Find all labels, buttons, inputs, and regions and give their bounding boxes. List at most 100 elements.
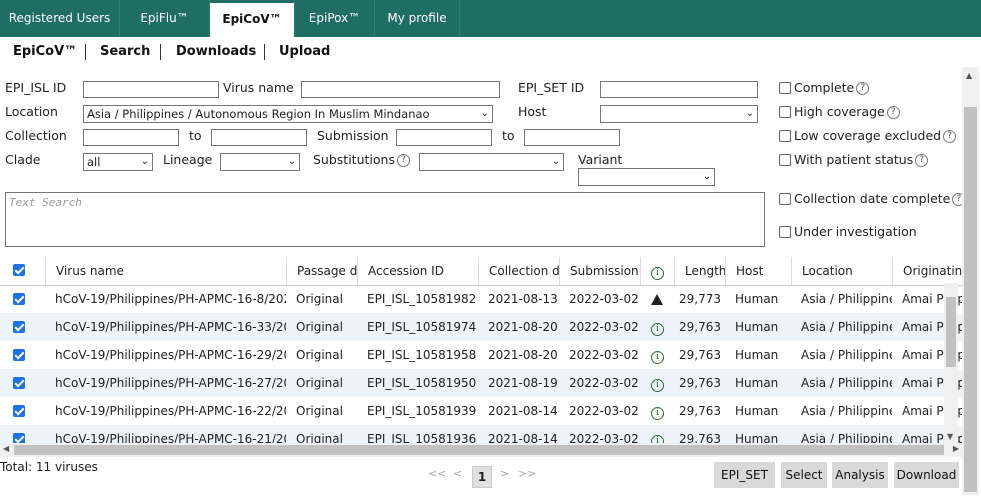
subnav-search[interactable]: Search (100, 44, 150, 59)
row-checkbox[interactable] (13, 377, 25, 389)
host-select[interactable]: ⌄ (600, 105, 758, 123)
tab-epicov[interactable]: EpiCoV™ (210, 0, 295, 37)
lineage-select[interactable]: ⌄ (220, 153, 300, 171)
warning-icon[interactable] (651, 294, 663, 313)
scroll-left-icon[interactable]: ◀ (3, 444, 9, 453)
table-row[interactable]: hCoV-19/Philippines/PH-APMC-16-8/2021 Ori… (0, 285, 962, 313)
select-all-checkbox[interactable] (13, 264, 25, 276)
cell-flag[interactable]: i (640, 313, 674, 341)
row-checkbox[interactable] (13, 293, 25, 305)
col-length[interactable]: Length (674, 257, 725, 285)
info-icon[interactable]: i (651, 351, 664, 364)
download-button[interactable]: Download (894, 462, 959, 488)
subnav-epicov[interactable]: EpiCoV™ (13, 44, 77, 59)
chevron-down-icon: ⌄ (287, 156, 296, 167)
results-table: Virus name Passage de Accession ID Colle… (0, 257, 962, 443)
col-collection-date[interactable]: Collection da (478, 257, 559, 285)
row-checkbox[interactable] (13, 349, 25, 361)
scroll-up-icon[interactable]: ▲ (966, 71, 972, 80)
collection-to-input[interactable] (211, 129, 307, 146)
substitutions-select[interactable]: ⌄ (419, 153, 564, 171)
select-button[interactable]: Select (781, 462, 827, 488)
complete-checkbox[interactable] (779, 82, 791, 94)
cell-length: 29,773 (679, 292, 721, 306)
collection-date-complete-checkbox[interactable] (779, 193, 791, 205)
table-row[interactable]: hCoV-19/Philippines/PH-APMC-16-27/2021 Or… (0, 369, 962, 397)
epi-set-button[interactable]: EPI_SET (714, 462, 775, 488)
scroll-down-icon[interactable]: ▼ (947, 432, 953, 441)
under-investigation-checkbox[interactable] (779, 226, 791, 238)
low-coverage-excluded-checkbox[interactable] (779, 130, 791, 142)
col-info[interactable]: i (640, 257, 674, 285)
submission-from-input[interactable] (396, 129, 492, 146)
chevron-down-icon: ⌄ (745, 108, 754, 119)
pager-prev[interactable]: < (453, 467, 462, 480)
help-icon[interactable]: ? (943, 130, 957, 143)
analysis-button[interactable]: Analysis (832, 462, 888, 488)
info-icon[interactable]: i (651, 323, 664, 336)
page-scrollbar[interactable]: ▲ (962, 67, 979, 495)
tab-my-profile[interactable]: My profile (375, 0, 460, 37)
clade-value: all (87, 155, 101, 169)
table-vertical-scrollbar[interactable]: ▼ (944, 283, 958, 443)
tab-registered-users[interactable]: Registered Users (0, 0, 120, 37)
table-row[interactable]: hCoV-19/Philippines/PH-APMC-16-22/2021 Or… (0, 397, 962, 425)
col-submission-date[interactable]: Submission D (559, 257, 640, 285)
tab-epipox[interactable]: EpiPox™ (295, 0, 375, 37)
row-checkbox[interactable] (13, 321, 25, 333)
pager-current-page[interactable]: 1 (472, 466, 492, 488)
col-passage[interactable]: Passage de (286, 257, 357, 285)
epi-set-input[interactable] (600, 81, 758, 98)
pager-next[interactable]: > (500, 467, 509, 480)
submission-to-label: to (502, 128, 515, 143)
col-host[interactable]: Host (725, 257, 791, 285)
cell-passage: Original (296, 432, 343, 443)
row-checkbox[interactable] (13, 405, 25, 417)
cell-flag[interactable]: i (640, 397, 674, 425)
cell-length: 29,763 (679, 432, 721, 443)
subnav-downloads[interactable]: Downloads (176, 44, 256, 59)
info-icon[interactable]: i (651, 435, 664, 443)
table-horizontal-scrollbar[interactable]: ◀ ▶ (0, 443, 962, 457)
cell-passage: Original (296, 404, 343, 418)
clade-select[interactable]: all ⌄ (83, 153, 153, 171)
variant-select[interactable]: ⌄ (578, 168, 715, 186)
row-checkbox[interactable] (13, 433, 25, 443)
virus-name-input[interactable] (301, 81, 500, 98)
table-row[interactable]: hCoV-19/Philippines/PH-APMC-16-33/2021 Or… (0, 313, 962, 341)
tab-epiflu[interactable]: EpiFlu™ (120, 0, 210, 37)
info-icon[interactable]: i (651, 407, 664, 420)
table-scrollbar-thumb[interactable] (946, 297, 956, 367)
col-location[interactable]: Location (791, 257, 892, 285)
pager-first[interactable]: << (428, 467, 446, 480)
help-icon[interactable]: ? (886, 106, 900, 119)
cell-length: 29,763 (679, 404, 721, 418)
col-originating[interactable]: Originating (892, 257, 962, 285)
help-icon[interactable]: ? (915, 154, 929, 167)
text-search-input[interactable]: Text Search (5, 192, 765, 247)
cell-flag[interactable]: i (640, 341, 674, 369)
cell-flag[interactable]: i (640, 425, 674, 443)
info-icon[interactable]: i (651, 379, 664, 392)
col-virus-name[interactable]: Virus name (45, 257, 286, 285)
subnav-upload[interactable]: Upload (279, 44, 330, 59)
page-scrollbar-thumb[interactable] (964, 107, 977, 492)
high-coverage-checkbox[interactable] (779, 106, 791, 118)
table-row[interactable]: hCoV-19/Philippines/PH-APMC-16-21/2021 Or… (0, 425, 962, 443)
table-row[interactable]: hCoV-19/Philippines/PH-APMC-16-29/2021 Or… (0, 341, 962, 369)
cell-flag[interactable] (640, 285, 674, 313)
help-icon[interactable]: ? (856, 82, 870, 95)
collection-from-input[interactable] (83, 129, 179, 146)
cell-passage: Original (296, 292, 343, 306)
scroll-right-icon[interactable]: ▶ (953, 444, 959, 453)
col-accession-id[interactable]: Accession ID (357, 257, 478, 285)
with-patient-status-checkbox[interactable] (779, 154, 791, 166)
help-icon[interactable]: ? (396, 154, 410, 167)
pager-last[interactable]: >> (518, 467, 536, 480)
cell-flag[interactable]: i (640, 369, 674, 397)
cell-submission-date: 2022-03-02 (569, 376, 639, 390)
epi-isl-input[interactable] (83, 81, 219, 98)
location-select[interactable]: Asia / Philippines / Autonomous Region I… (83, 105, 493, 123)
submission-to-input[interactable] (524, 129, 620, 146)
table-hscroll-thumb[interactable] (14, 445, 944, 455)
